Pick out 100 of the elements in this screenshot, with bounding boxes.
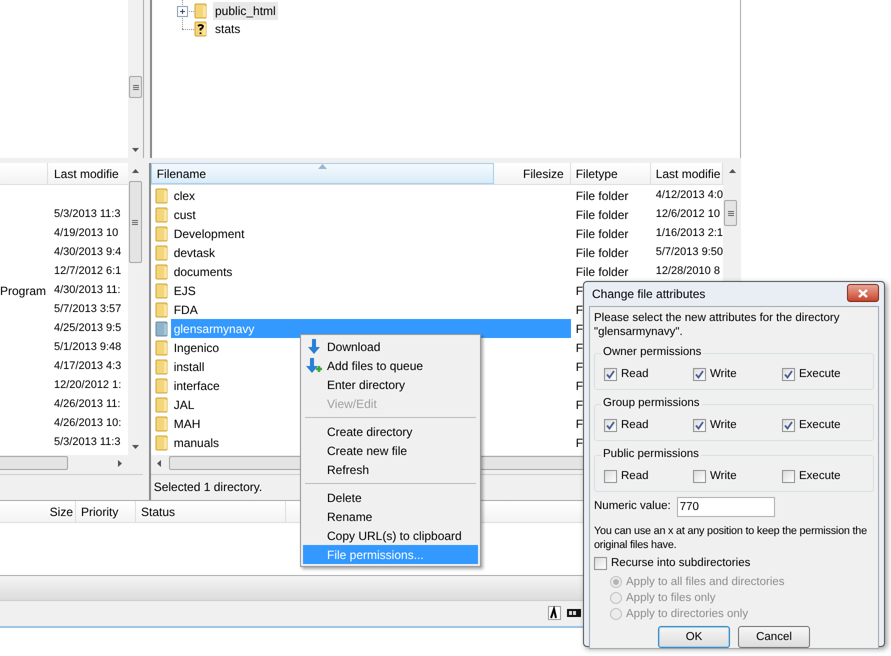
table-cell-text: Program — [0, 282, 46, 300]
checkbox-label: Execute — [799, 366, 841, 382]
file-row[interactable]: clex — [170, 186, 196, 205]
table-cell-text: 5/3/2013 11:3 — [53, 207, 120, 222]
checkbox[interactable] — [693, 419, 706, 432]
add-to-queue-icon — [305, 358, 323, 374]
table-cell-text: 5/1/2013 9:48 — [53, 340, 122, 356]
folder-icon — [154, 264, 169, 280]
folder-icon — [154, 340, 169, 356]
checkbox[interactable] — [782, 368, 795, 381]
menu-item[interactable]: Create new file — [303, 441, 478, 460]
radio-label: Apply to directories only — [626, 606, 748, 622]
table-cell-text: 4/19/2013 10 — [53, 226, 118, 242]
checkbox[interactable] — [604, 470, 617, 483]
table-cell-text: F — [576, 434, 584, 452]
menu-item[interactable]: Enter directory — [303, 375, 478, 394]
folder-icon — [154, 378, 169, 394]
download-icon — [307, 339, 321, 355]
table-cell-text: F — [576, 378, 584, 394]
table-cell-text: File folder — [576, 264, 628, 280]
tree-item[interactable]: public_html — [213, 2, 278, 20]
folder-icon — [154, 206, 169, 222]
scroll-up-arrow-icon[interactable] — [728, 169, 736, 173]
table-cell-text: F — [576, 358, 584, 376]
table-cell-text: 12/20/2012 1: — [53, 378, 122, 394]
column-header[interactable]: Filetype — [570, 163, 651, 184]
table-cell-text: 4/12/2013 4:0 — [654, 188, 723, 204]
ok-button[interactable]: OK — [658, 626, 730, 648]
table-cell-text: File folder — [576, 244, 628, 262]
column-header[interactable]: Filesize — [494, 163, 571, 184]
tree-item[interactable]: stats — [213, 20, 242, 38]
table-cell-text: F — [576, 416, 584, 432]
file-row[interactable]: EJS — [170, 281, 196, 300]
folder-icon — [194, 3, 208, 19]
radio-label: Apply to all files and directories — [626, 574, 785, 590]
note-text: You can use an x at any position to keep the permission the original files have. — [594, 524, 868, 552]
numeric-value-field[interactable]: 770 — [676, 497, 775, 517]
file-row[interactable]: documents — [170, 262, 232, 281]
table-cell-text: 1/16/2013 2:1 — [654, 226, 723, 242]
table-cell-text: 4/30/2013 11: — [53, 283, 120, 298]
table-cell-text: File folder — [576, 226, 628, 242]
table-cell-text: 12/7/2012 6:1 — [53, 264, 122, 280]
scroll-right-arrow-icon[interactable] — [118, 460, 122, 467]
checkbox-label: Recurse into subdirectories — [611, 556, 750, 571]
table-cell-text: 5/3/2013 11:3 — [53, 435, 120, 450]
table-cell-text: File folder — [576, 206, 628, 224]
file-row[interactable]: Development — [170, 224, 244, 243]
file-row[interactable]: FDA — [170, 300, 198, 319]
folder-icon — [154, 226, 169, 242]
checkbox-label: Write — [710, 418, 737, 433]
checkbox[interactable] — [604, 368, 617, 381]
table-cell-text: F — [576, 302, 584, 318]
menu-item[interactable]: Add files to queue — [303, 356, 478, 375]
checkbox[interactable] — [693, 368, 706, 381]
table-cell-text: F — [576, 320, 584, 338]
scroll-down-arrow-icon[interactable] — [132, 445, 139, 449]
table-cell-text: F — [576, 282, 584, 300]
file-row[interactable]: interface — [170, 376, 220, 395]
folder-icon — [154, 396, 169, 412]
menu-item[interactable]: Download — [303, 337, 478, 356]
file-row[interactable]: MAH — [170, 414, 200, 433]
table-cell-text: 4/26/2013 10: — [53, 416, 122, 432]
scroll-down-arrow-icon[interactable] — [132, 148, 139, 152]
checkbox[interactable] — [604, 419, 617, 432]
checkbox[interactable] — [594, 557, 607, 570]
table-cell-text: 12/6/2012 10 — [654, 207, 720, 222]
file-row[interactable]: Ingenico — [170, 338, 220, 357]
close-button[interactable] — [847, 284, 879, 302]
menu-item[interactable]: Copy URL(s) to clipboard — [303, 526, 478, 545]
file-row[interactable]: install — [170, 357, 204, 376]
column-header[interactable]: Filename — [150, 163, 494, 184]
vertical-scrollbar[interactable] — [128, 0, 143, 158]
folder-icon — [154, 416, 169, 432]
cancel-button[interactable]: Cancel — [738, 626, 810, 648]
checkbox[interactable] — [782, 419, 795, 432]
menu-item[interactable]: Rename — [303, 507, 478, 526]
folder-icon — [154, 320, 169, 336]
radio-label: Apply to files only — [626, 590, 716, 606]
scroll-up-arrow-icon[interactable] — [132, 169, 139, 173]
sort-icon — [318, 164, 327, 169]
menu-item[interactable]: Create directory — [303, 422, 478, 441]
file-row[interactable]: manuals — [170, 433, 220, 452]
table-cell-text: File folder — [576, 188, 628, 204]
table-cell-text: 5/7/2013 9:50 — [654, 245, 723, 260]
field-label: Numeric value: — [594, 499, 671, 514]
expand-icon[interactable] — [177, 6, 188, 16]
column-header[interactable]: Status — [136, 501, 286, 522]
table-cell-text: 5/7/2013 3:57 — [53, 302, 122, 318]
checkbox[interactable] — [782, 470, 795, 483]
table-cell-text: F — [576, 396, 584, 414]
column-header[interactable]: Size — [0, 501, 76, 522]
checkbox[interactable] — [693, 470, 706, 483]
table-cell-text: F — [576, 340, 584, 356]
table-cell-text: 4/17/2013 4:3 — [53, 359, 122, 374]
column-header[interactable]: Priority — [76, 501, 136, 522]
file-row[interactable]: JAL — [170, 395, 194, 414]
close-icon — [858, 288, 868, 298]
file-row[interactable]: devtask — [170, 243, 216, 262]
scroll-left-arrow-icon[interactable] — [156, 460, 161, 467]
file-row[interactable]: cust — [170, 205, 196, 224]
